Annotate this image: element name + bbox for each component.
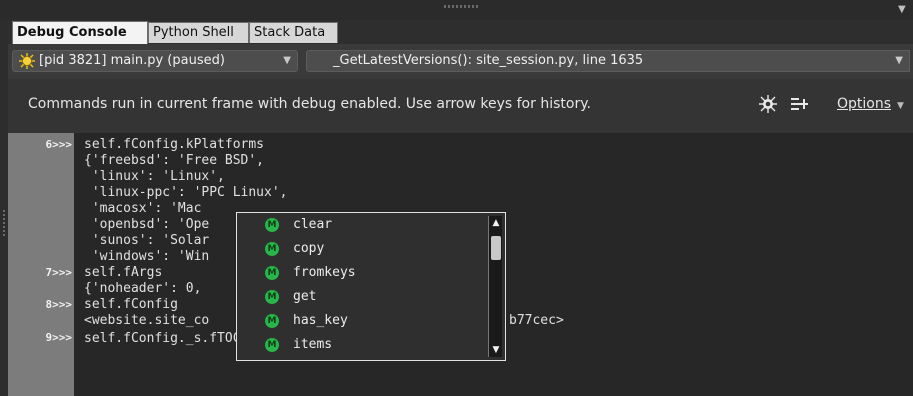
prompt-number: 6>>> xyxy=(45,138,73,151)
chevron-down-icon: ▼ xyxy=(895,55,903,66)
method-icon: M xyxy=(265,338,279,352)
console-line-overflow: b77cec> xyxy=(509,313,564,328)
panel-side-grip[interactable] xyxy=(3,210,5,238)
console-line: self.fConfig.kPlatforms xyxy=(84,137,265,152)
frame-select[interactable]: _GetLatestVersions(): site_session.py, l… xyxy=(306,50,910,72)
scroll-down-arrow-icon[interactable]: ▼ xyxy=(490,344,502,356)
method-icon: M xyxy=(265,266,279,280)
info-bar: Commands run in current frame with debug… xyxy=(8,79,913,133)
debug-bug-icon[interactable] xyxy=(759,95,777,113)
autocomplete-scrollbar[interactable]: ▲ ▼ xyxy=(488,216,502,357)
process-select[interactable]: [pid 3821] main.py (paused) ▼ xyxy=(12,50,298,72)
scrollbar-thumb[interactable] xyxy=(491,236,501,260)
console-line: {'noheader': 0, xyxy=(84,281,202,296)
console-line: <website.site_co xyxy=(84,313,210,328)
options-label: Options xyxy=(837,96,892,112)
panel-menu-arrow-icon[interactable]: ▼ xyxy=(898,4,906,15)
info-message: Commands run in current frame with debug… xyxy=(28,96,591,112)
autocomplete-item[interactable]: clear xyxy=(293,214,332,236)
console-input-text: self.fConfig._s.fTOCs. xyxy=(84,331,257,346)
autocomplete-item[interactable]: copy xyxy=(293,238,324,260)
method-icon: M xyxy=(265,290,279,304)
prompt-number: 9>>> xyxy=(45,331,73,344)
context-bar: [pid 3821] main.py (paused) ▼ _GetLatest… xyxy=(8,44,913,79)
list-add-icon[interactable] xyxy=(790,95,808,113)
autocomplete-item[interactable]: items xyxy=(293,334,332,356)
console-input-line[interactable]: self.fConfig._s.fTOCs. xyxy=(84,330,260,346)
process-select-value: [pid 3821] main.py (paused) xyxy=(39,53,225,68)
console-line: 'windows': 'Win xyxy=(84,249,210,264)
tab-stack-data[interactable]: Stack Data xyxy=(249,22,338,43)
console-line: self.fArgs xyxy=(84,265,163,280)
console-line: 'linux-ppc': 'PPC Linux', xyxy=(84,185,288,200)
chevron-down-icon: ▼ xyxy=(283,55,291,66)
options-menu[interactable]: Options ▼ xyxy=(837,96,904,112)
autocomplete-popup[interactable]: M clear M copy M fromkeys M get M has_ke… xyxy=(236,212,506,361)
autocomplete-item[interactable]: fromkeys xyxy=(293,262,356,284)
chevron-down-icon: ▼ xyxy=(897,101,904,111)
panel-top-border: ▼ xyxy=(0,0,913,20)
prompt-number: 7>>> xyxy=(45,266,73,279)
panel-left-border xyxy=(0,20,8,396)
autocomplete-item[interactable]: has_key xyxy=(293,310,348,332)
scroll-up-arrow-icon[interactable]: ▲ xyxy=(490,217,502,229)
method-icon: M xyxy=(265,218,279,232)
panel-resize-grip[interactable] xyxy=(444,5,478,8)
method-icon: M xyxy=(265,314,279,328)
prompt-number: 8>>> xyxy=(45,298,73,311)
console-line: self.fConfig xyxy=(84,297,178,312)
method-icon: M xyxy=(265,242,279,256)
tab-debug-console[interactable]: Debug Console xyxy=(12,21,148,44)
bug-icon xyxy=(19,53,35,69)
console-line: 'openbsd': 'Ope xyxy=(84,217,210,232)
tab-bar: Debug Console Python Shell Stack Data xyxy=(8,20,913,44)
tab-python-shell[interactable]: Python Shell xyxy=(148,22,249,43)
console-line: 'linux': 'Linux', xyxy=(84,169,225,184)
console-line: 'macosx': 'Mac xyxy=(84,201,202,216)
autocomplete-item[interactable]: get xyxy=(293,286,316,308)
console-line: {'freebsd': 'Free BSD', xyxy=(84,153,265,168)
console-line: 'sunos': 'Solar xyxy=(84,233,210,248)
frame-select-value: _GetLatestVersions(): site_session.py, l… xyxy=(333,53,644,68)
debug-console-window: ▼ Debug Console Python Shell Stack Data … xyxy=(0,0,913,396)
